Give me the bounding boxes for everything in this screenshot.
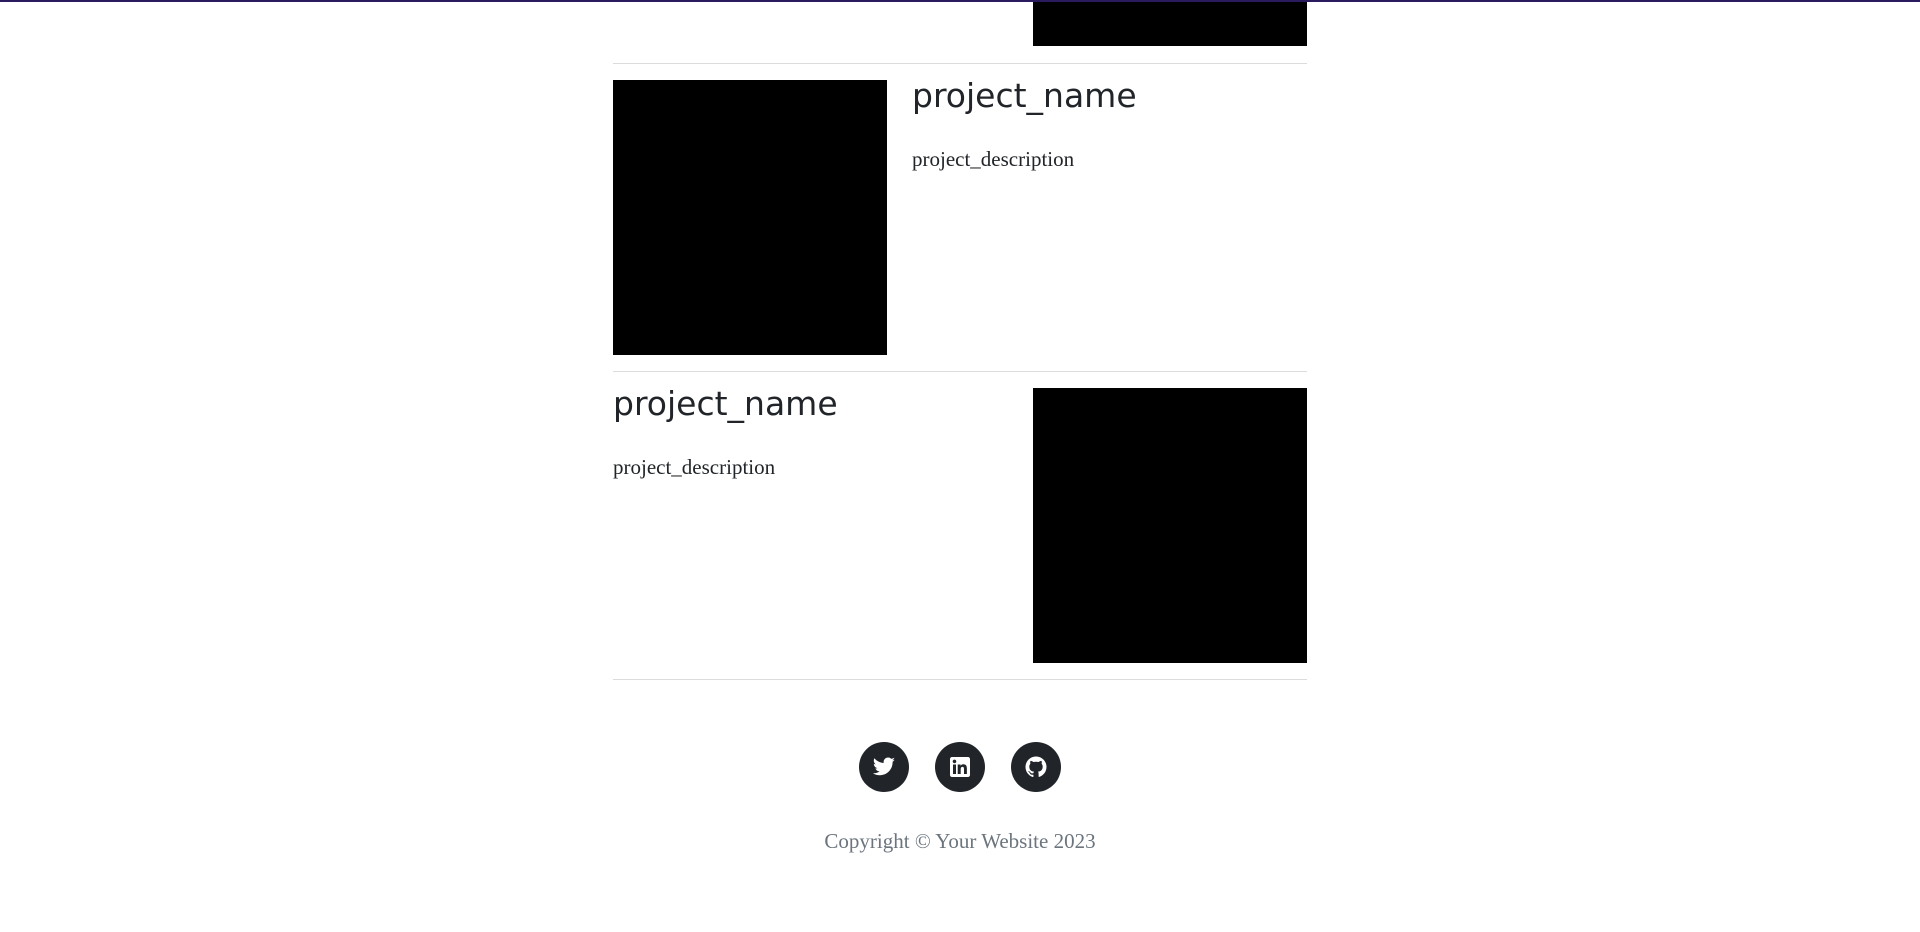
social-links [0,742,1920,792]
copyright-text: Copyright © Your Website 2023 [824,829,1096,853]
project-image [1033,388,1307,663]
linkedin-button[interactable] [935,742,985,792]
linkedin-icon [950,757,970,777]
project-title: project_name [613,384,838,423]
project-title: project_name [912,76,1137,115]
divider [613,679,1307,680]
project-description: project_description [912,147,1075,171]
github-icon [1025,756,1047,778]
twitter-icon [872,757,895,776]
divider [613,63,1307,64]
project-image [1033,2,1307,46]
github-button[interactable] [1011,742,1061,792]
twitter-button[interactable] [859,742,909,792]
top-accent-bar [0,0,1920,2]
divider [613,371,1307,372]
project-image [613,80,887,355]
footer [0,742,1920,792]
project-description: project_description [613,455,776,479]
